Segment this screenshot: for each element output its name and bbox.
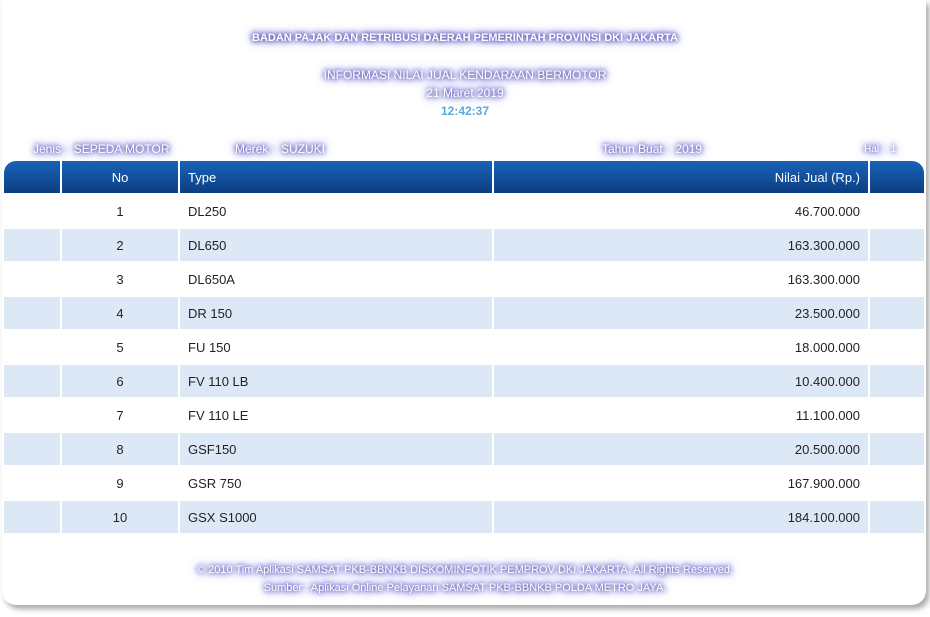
row-spacer-left bbox=[4, 465, 60, 499]
row-no: 4 bbox=[62, 295, 178, 329]
row-spacer-right bbox=[870, 397, 924, 431]
footer-copyright: © 2010 Tim Aplikasi SAMSAT PKB-BBNKB DIS… bbox=[196, 564, 734, 576]
row-spacer-left bbox=[4, 363, 60, 397]
row-no: 5 bbox=[62, 329, 178, 363]
tahun-value: 2019 bbox=[675, 142, 703, 156]
row-no: 2 bbox=[62, 227, 178, 261]
footer-source: Sumber : Aplikasi Online Pelayanan SAMSA… bbox=[263, 582, 667, 594]
row-no: 3 bbox=[62, 261, 178, 295]
meta-hal: Hal : 1 bbox=[864, 144, 896, 155]
table-header-row: No Type Nilai Jual (Rp.) bbox=[4, 161, 924, 193]
hal-value: 1 bbox=[890, 144, 897, 155]
row-spacer-right bbox=[870, 295, 924, 329]
row-type: FU 150 bbox=[180, 329, 492, 363]
meta-jenis: Jenis : SEPEDA MOTOR bbox=[33, 142, 170, 156]
row-spacer-right bbox=[870, 193, 924, 227]
row-spacer-right bbox=[870, 431, 924, 465]
merek-label: Merek : bbox=[235, 142, 276, 156]
report-time: 12:42:37 bbox=[440, 104, 490, 118]
header-spacer-right bbox=[870, 161, 924, 193]
row-nilai-jual: 11.100.000 bbox=[494, 397, 868, 431]
row-no: 8 bbox=[62, 431, 178, 465]
row-spacer-right bbox=[870, 261, 924, 295]
row-spacer-right bbox=[870, 465, 924, 499]
meta-tahun: Tahun Buat : 2019 bbox=[602, 142, 702, 156]
row-nilai-jual: 23.500.000 bbox=[494, 295, 868, 329]
hal-label: Hal : bbox=[864, 144, 885, 155]
header-type: Type bbox=[180, 161, 492, 193]
meta-merek: Merek : SUZUKI bbox=[235, 142, 325, 156]
row-nilai-jual: 46.700.000 bbox=[494, 193, 868, 227]
row-nilai-jual: 163.300.000 bbox=[494, 227, 868, 261]
row-spacer-right bbox=[870, 329, 924, 363]
table-row: 5 FU 150 18.000.000 bbox=[4, 329, 924, 363]
agency-title: BADAN PAJAK DAN RETRIBUSI DAERAH PEMERIN… bbox=[252, 32, 678, 44]
row-nilai-jual: 10.400.000 bbox=[494, 363, 868, 397]
jenis-value: SEPEDA MOTOR bbox=[73, 142, 170, 156]
row-type: FV 110 LE bbox=[180, 397, 492, 431]
table-row: 8 GSF150 20.500.000 bbox=[4, 431, 924, 465]
row-type: DL650 bbox=[180, 227, 492, 261]
row-spacer-left bbox=[4, 499, 60, 533]
tahun-label: Tahun Buat : bbox=[602, 142, 670, 156]
header-no: No bbox=[62, 161, 178, 193]
table-row: 9 GSR 750 167.900.000 bbox=[4, 465, 924, 499]
row-spacer-left bbox=[4, 227, 60, 261]
row-nilai-jual: 20.500.000 bbox=[494, 431, 868, 465]
header-spacer-left bbox=[4, 161, 60, 193]
row-spacer-left bbox=[4, 431, 60, 465]
row-no: 10 bbox=[62, 499, 178, 533]
row-type: GSR 750 bbox=[180, 465, 492, 499]
table-row: 1 DL250 46.700.000 bbox=[4, 193, 924, 227]
jenis-label: Jenis : bbox=[33, 142, 68, 156]
row-type: DL250 bbox=[180, 193, 492, 227]
row-spacer-right bbox=[870, 499, 924, 533]
header-nilai-jual: Nilai Jual (Rp.) bbox=[494, 161, 868, 193]
row-nilai-jual: 167.900.000 bbox=[494, 465, 868, 499]
row-nilai-jual: 184.100.000 bbox=[494, 499, 868, 533]
row-spacer-left bbox=[4, 397, 60, 431]
report-date: 21 Maret 2019 bbox=[426, 86, 504, 100]
row-spacer-right bbox=[870, 363, 924, 397]
row-no: 7 bbox=[62, 397, 178, 431]
table-row: 10 GSX S1000 184.100.000 bbox=[4, 499, 924, 533]
row-spacer-left bbox=[4, 193, 60, 227]
table-row: 7 FV 110 LE 11.100.000 bbox=[4, 397, 924, 431]
row-nilai-jual: 163.300.000 bbox=[494, 261, 868, 295]
merek-value: SUZUKI bbox=[281, 142, 326, 156]
row-spacer-left bbox=[4, 329, 60, 363]
table-row: 6 FV 110 LB 10.400.000 bbox=[4, 363, 924, 397]
row-no: 9 bbox=[62, 465, 178, 499]
row-spacer-left bbox=[4, 261, 60, 295]
row-type: DR 150 bbox=[180, 295, 492, 329]
row-type: FV 110 LB bbox=[180, 363, 492, 397]
report-title: INFORMASI NILAI JUAL KENDARAAN BERMOTOR bbox=[323, 68, 607, 82]
table-row: 4 DR 150 23.500.000 bbox=[4, 295, 924, 329]
row-nilai-jual: 18.000.000 bbox=[494, 329, 868, 363]
table-row: 3 DL650A 163.300.000 bbox=[4, 261, 924, 295]
table-row: 2 DL650 163.300.000 bbox=[4, 227, 924, 261]
price-table: No Type Nilai Jual (Rp.) 1 DL250 46.700.00… bbox=[2, 161, 926, 533]
row-spacer-left bbox=[4, 295, 60, 329]
row-type: DL650A bbox=[180, 261, 492, 295]
row-no: 1 bbox=[62, 193, 178, 227]
row-spacer-right bbox=[870, 227, 924, 261]
row-type: GSX S1000 bbox=[180, 499, 492, 533]
row-no: 6 bbox=[62, 363, 178, 397]
row-type: GSF150 bbox=[180, 431, 492, 465]
